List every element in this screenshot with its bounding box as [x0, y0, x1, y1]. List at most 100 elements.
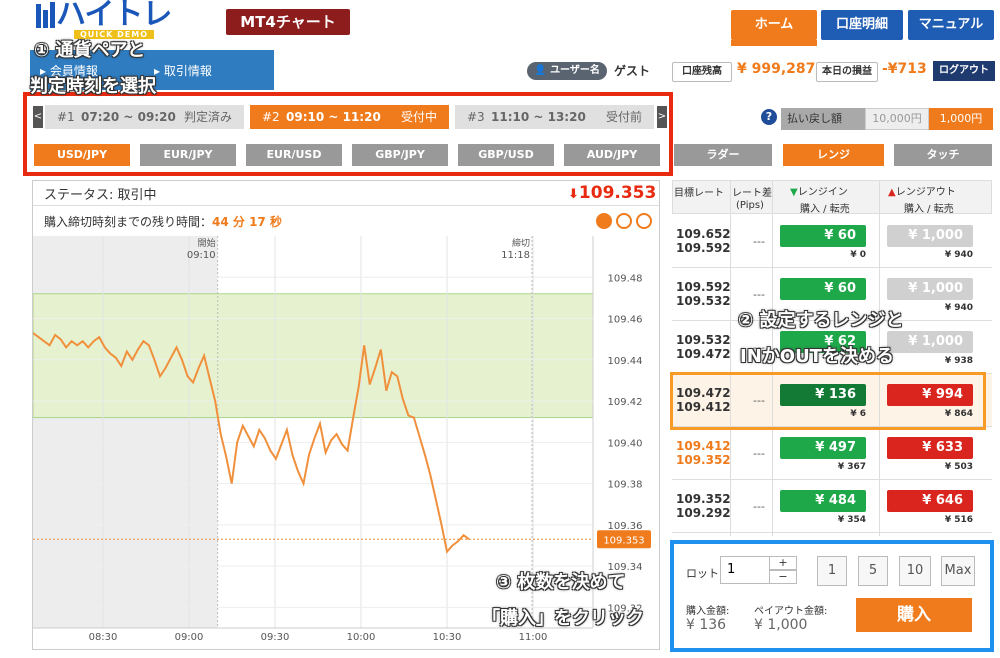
- target-rate-low: 109.592: [676, 241, 731, 255]
- target-rate-high: 109.412: [676, 439, 731, 453]
- payout-value: ¥ 1,000: [754, 617, 808, 633]
- range-out-button[interactable]: ¥ 646: [887, 490, 973, 512]
- logout-button[interactable]: ログアウト: [933, 61, 995, 81]
- today-pl-label: 本日の損益: [816, 62, 878, 82]
- header-range-out-label: レンジアウト: [895, 187, 956, 198]
- remaining-time: 購入締切時刻までの残り時間：44 分 17 秒: [44, 213, 282, 230]
- y-tick-label: 109.44: [608, 356, 643, 367]
- header-pips: (Pips): [736, 200, 764, 211]
- range-out-button[interactable]: ¥ 1,000: [887, 225, 973, 247]
- lot-minus-button[interactable]: −: [769, 570, 797, 584]
- rate-diff: ---: [753, 288, 765, 301]
- range-out-button[interactable]: ¥ 1,000: [887, 331, 973, 353]
- nav-home-underline: [731, 40, 817, 46]
- balance-value: ¥ 999,287: [737, 61, 816, 77]
- remaining-time-label: 購入締切時刻までの残り時間：: [44, 215, 213, 229]
- buy-amount-value: ¥ 136: [686, 617, 727, 633]
- annotation-frame-step1: [23, 92, 673, 176]
- trade-status: ステータス: 取引中: [44, 188, 157, 203]
- end-label: 締切: [512, 237, 530, 249]
- rate-down-arrow-icon: ⬇: [568, 187, 579, 202]
- user-name: ゲスト: [614, 64, 651, 78]
- buy-button[interactable]: 購入: [856, 598, 972, 632]
- nav-home-button[interactable]: ホーム: [731, 10, 817, 40]
- lot-plus-button[interactable]: +: [769, 556, 797, 570]
- range-in-resale: ¥ 0: [850, 250, 866, 260]
- logo-text: ハイトレ: [56, 0, 172, 32]
- lot-input[interactable]: 1: [720, 556, 770, 584]
- header-rate-diff: レート差: [732, 188, 772, 199]
- nav-manual-button[interactable]: マニュアル: [908, 10, 994, 40]
- header-range-out: ▲レンジアウト: [888, 183, 956, 198]
- x-tick-label: 10:00: [347, 632, 376, 643]
- rate-diff: ---: [753, 235, 765, 248]
- target-rate-low: 109.532: [676, 294, 731, 308]
- range-in-button[interactable]: ¥ 60: [780, 225, 866, 247]
- remaining-time-value: 44 分 17 秒: [212, 215, 282, 229]
- balance-label: 口座残高: [672, 62, 732, 82]
- lot-quick-5[interactable]: 5: [858, 556, 888, 586]
- x-tick-label: 09:00: [175, 632, 204, 643]
- y-tick-label: 109.48: [608, 273, 643, 284]
- target-rate-high: 109.352: [676, 492, 731, 506]
- annotation-step3-line1: ③ 枚数を決めて: [496, 572, 626, 593]
- payback-label: 払い戻し額: [781, 108, 865, 130]
- annotation-step2-line2: INかOUTを決める: [740, 346, 894, 367]
- current-rate-tag-label: 109.353: [603, 535, 644, 546]
- target-rate-low: 109.292: [676, 506, 731, 520]
- ladder-row: 109.352 109.292 --- ¥ 484 ¥ 354 ¥ 646 ¥ 516: [672, 480, 992, 533]
- payout-label: ペイアウト金額:: [754, 606, 828, 617]
- range-out-button[interactable]: ¥ 1,000: [887, 278, 973, 300]
- y-tick-label: 109.46: [608, 315, 643, 326]
- range-in-resale: ¥ 354: [837, 515, 866, 525]
- lot-quick-max[interactable]: Max: [941, 556, 975, 586]
- chart-divider: [33, 205, 659, 206]
- start-time: 09:10: [187, 250, 216, 261]
- rate-diff: ---: [753, 500, 765, 513]
- y-tick-label: 109.38: [608, 480, 643, 491]
- header-target-rate: 目標レート: [674, 188, 724, 199]
- target-rate-low: 109.352: [676, 453, 731, 467]
- range-in-button[interactable]: ¥ 497: [780, 437, 866, 459]
- target-rate-high: 109.652: [676, 227, 731, 241]
- payback-10000[interactable]: 10,000円: [865, 108, 929, 130]
- lot-quick-10[interactable]: 10: [899, 556, 931, 586]
- range-out-icon: ▲: [888, 187, 896, 198]
- subnav-trade-info[interactable]: ▸ 取引情報: [154, 62, 212, 79]
- y-tick-label: 109.42: [608, 397, 643, 408]
- line-chart-icon[interactable]: [636, 213, 652, 229]
- target-rate-high: 109.592: [676, 280, 731, 294]
- range-in-button[interactable]: ¥ 484: [780, 490, 866, 512]
- chart-type-icon[interactable]: [596, 213, 612, 229]
- subnav-trade-label: 取引情報: [163, 64, 212, 78]
- x-tick-label: 11:00: [519, 632, 548, 643]
- nav-account-button[interactable]: 口座明細: [821, 10, 903, 40]
- range-out-button[interactable]: ¥ 633: [887, 437, 973, 459]
- help-icon[interactable]: ?: [761, 109, 777, 125]
- lot-quick-1[interactable]: 1: [817, 556, 847, 586]
- range-in-resale: ¥ 367: [837, 462, 866, 472]
- header-out-sub: 購入 / 転売: [904, 204, 954, 215]
- header-in-sub: 購入 / 転売: [800, 204, 850, 215]
- range-in-button[interactable]: ¥ 60: [780, 278, 866, 300]
- annotation-frame-step2: [670, 372, 986, 430]
- candle-icon[interactable]: [616, 213, 632, 229]
- target-rate-low: 109.472: [676, 347, 731, 361]
- today-pl-value: -¥713: [882, 61, 927, 77]
- type-ladder[interactable]: ラダー: [674, 144, 772, 166]
- x-tick-label: 10:30: [433, 632, 462, 643]
- annotation-step1-line1: ① 通貨ペアと: [34, 40, 146, 61]
- header-range-in-label: レンジイン: [797, 187, 848, 198]
- type-range[interactable]: レンジ: [783, 144, 884, 166]
- annotation-step1-line2: 判定時刻を選択: [30, 76, 156, 97]
- type-touch[interactable]: タッチ: [894, 144, 992, 166]
- payback-1000[interactable]: 1,000円: [929, 108, 993, 130]
- y-tick-label: 109.40: [608, 438, 643, 449]
- current-rate-value: 109.353: [578, 183, 657, 203]
- range-out-resale: ¥ 940: [944, 250, 973, 260]
- ladder-row: 109.652 109.592 --- ¥ 60 ¥ 0 ¥ 1,000 ¥ 940: [672, 215, 992, 268]
- ladder-row: 109.412 109.352 --- ¥ 497 ¥ 367 ¥ 633 ¥ 503: [672, 427, 992, 480]
- target-rate-high: 109.532: [676, 333, 731, 347]
- range-out-resale: ¥ 503: [944, 462, 973, 472]
- mt4-chart-badge[interactable]: MT4チャート: [226, 9, 350, 35]
